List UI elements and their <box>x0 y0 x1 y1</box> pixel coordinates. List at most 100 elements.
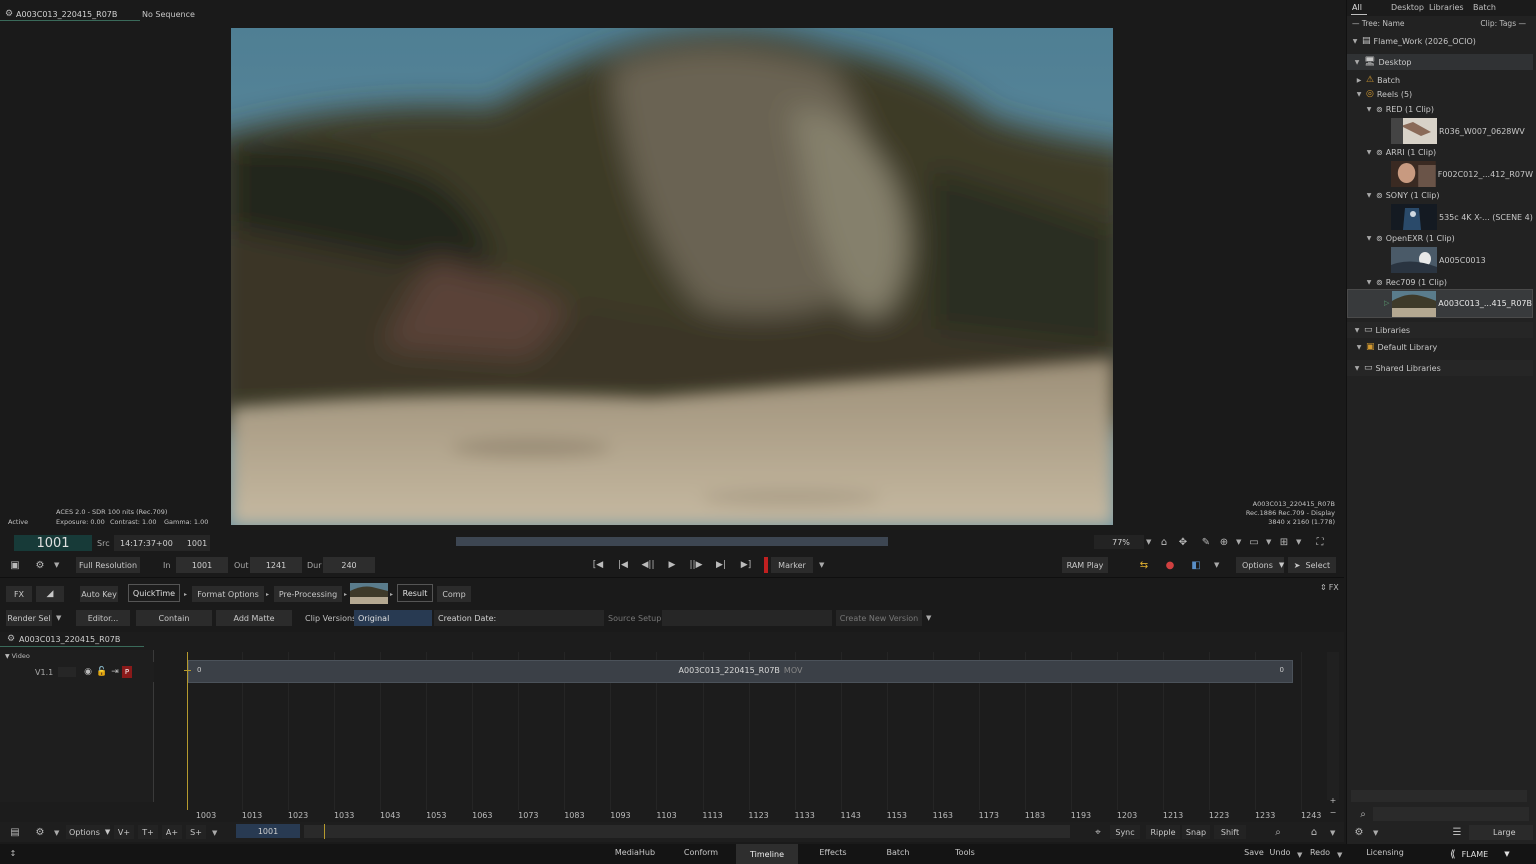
add-video-track-button[interactable]: V+ <box>114 825 134 839</box>
source-setup-field[interactable] <box>662 610 832 626</box>
overlay-dropdown-icon[interactable]: ▼ <box>1296 538 1301 546</box>
timeline-gear-dropdown-icon[interactable]: ▼ <box>54 829 59 837</box>
licensing-button[interactable]: Licensing <box>1362 845 1408 859</box>
display-dropdown-icon[interactable]: ▼ <box>1266 538 1271 546</box>
in-field[interactable]: 1001 <box>176 557 228 573</box>
tab-batch[interactable]: Batch <box>880 845 916 859</box>
next-cut-icon[interactable]: ▶| <box>714 559 728 571</box>
tree-reel-rec709[interactable]: ▼ ⊚ Rec709 (1 Clip) <box>1347 275 1533 289</box>
monitor-icon[interactable]: ▣ <box>8 559 22 571</box>
player-gear-icon[interactable]: ⚙ <box>34 559 46 571</box>
media-browser[interactable]: All Desktop Libraries Batch — Tree: Name… <box>1346 0 1536 864</box>
format-options-tab[interactable]: Format Options <box>192 586 264 602</box>
tree-reel-arri[interactable]: ▼ ⊚ ARRI (1 Clip) <box>1347 145 1533 159</box>
fx-button[interactable]: FX <box>6 586 32 602</box>
timeline-home-dropdown-icon[interactable]: ▼ <box>1330 829 1335 837</box>
search-icon[interactable]: ⌕ <box>1272 826 1284 838</box>
target-icon[interactable]: ⊕ <box>1218 536 1230 548</box>
link-icon[interactable]: ⇆ <box>1136 558 1152 572</box>
clip-rec709-selected[interactable]: ▷ A003C013_...415_R07B <box>1347 289 1533 318</box>
tab-timeline[interactable]: Timeline <box>736 844 798 864</box>
browser-tab-libraries[interactable]: Libraries <box>1429 3 1464 14</box>
browser-tab-all[interactable]: All <box>1352 3 1362 14</box>
ripple-button[interactable]: Ripple <box>1146 825 1180 839</box>
resolution-button[interactable]: Full Resolution <box>76 557 140 573</box>
tree-reel-openexr[interactable]: ▼ ⊚ OpenEXR (1 Clip) <box>1347 231 1533 245</box>
ram-play-button[interactable]: RAM Play <box>1062 557 1108 573</box>
undo-button[interactable]: Undo <box>1268 845 1292 859</box>
tab-mediahub[interactable]: MediaHub <box>612 845 658 859</box>
clip-openexr[interactable]: A005C0013 <box>1347 246 1533 274</box>
list-view-icon[interactable]: ☰ <box>1451 826 1463 838</box>
contain-button[interactable]: Contain <box>136 610 212 626</box>
compare-icon[interactable]: ◧ <box>1188 558 1204 572</box>
shift-button[interactable]: Shift <box>1214 825 1246 839</box>
expand-arrow-icon[interactable]: ↕ <box>8 848 18 858</box>
sequence-gear-icon[interactable]: ⚙ <box>6 634 16 644</box>
marker-button[interactable]: Marker <box>771 557 813 573</box>
comp-tab[interactable]: Comp <box>437 586 471 602</box>
video-section[interactable]: ▼ Video <box>5 652 30 660</box>
crosshair-icon[interactable]: ⌖ <box>1092 826 1104 838</box>
timeline-scroll-bar[interactable] <box>304 825 1070 838</box>
play-icon[interactable]: ▶ <box>665 559 679 571</box>
track-level[interactable] <box>58 667 76 677</box>
zoom-in-icon[interactable]: + <box>1328 796 1338 805</box>
player-gear-dropdown-icon[interactable]: ▼ <box>54 561 59 569</box>
add-subtitle-track-button[interactable]: S+ <box>186 825 206 839</box>
fx-panel-toggle[interactable]: ⇕ FX <box>1320 582 1339 592</box>
tree-reel-red[interactable]: ▼ ⊚ RED (1 Clip) <box>1347 102 1533 116</box>
clip-gear-icon[interactable]: ⚙ <box>4 9 14 19</box>
timeline-vertical-scroll[interactable] <box>1327 652 1339 800</box>
overlay-icon[interactable]: ⊞ <box>1278 536 1290 548</box>
timeline-gear-icon[interactable]: ⚙ <box>34 826 46 838</box>
sync-button[interactable]: Sync <box>1110 825 1140 839</box>
browser-tab-desktop[interactable]: Desktop <box>1391 3 1424 14</box>
zoom-field[interactable]: 77% <box>1094 535 1144 549</box>
tree-libraries[interactable]: ▼ ▭ Libraries <box>1347 322 1533 338</box>
tree-batch[interactable]: ▶ ⚠ Batch <box>1347 73 1533 87</box>
scrub-bar[interactable] <box>456 537 888 546</box>
auto-key-button[interactable]: Auto Key <box>80 586 118 602</box>
clip-sony[interactable]: 535c 4K X-... (SCENE 4) <box>1347 203 1533 231</box>
dur-field[interactable]: 240 <box>323 557 375 573</box>
add-matte-button[interactable]: Add Matte <box>216 610 292 626</box>
target-dropdown-icon[interactable]: ▼ <box>1236 538 1241 546</box>
create-new-version-button[interactable]: Create New Version <box>836 610 922 626</box>
tree-project[interactable]: ▼ ▤ Flame_Work (2026_OCIO) <box>1347 34 1533 48</box>
marker-color-swatch[interactable] <box>764 557 768 573</box>
viewer-image[interactable] <box>231 28 1113 525</box>
zoom-out-icon[interactable]: − <box>1328 808 1338 817</box>
browser-search-input[interactable] <box>1373 807 1529 821</box>
clip-arri[interactable]: F002C012_...412_R07W <box>1347 160 1533 188</box>
render-sel-button[interactable]: Render Sel <box>6 610 52 626</box>
browser-tab-batch[interactable]: Batch <box>1473 3 1496 14</box>
save-button[interactable]: Save <box>1240 845 1268 859</box>
playhead[interactable] <box>187 652 188 810</box>
tree-shared-libraries[interactable]: ▼ ▭ Shared Libraries <box>1347 360 1533 376</box>
render-dropdown-icon[interactable]: ▼ <box>56 614 61 622</box>
clip-versions-field[interactable]: Original <box>354 610 432 626</box>
record-icon[interactable]: ● <box>1162 558 1178 572</box>
timecode-field[interactable]: 14:17:37+00 1001 <box>114 535 210 551</box>
previous-cut-icon[interactable]: |◀ <box>616 559 630 571</box>
viewer-options-button[interactable]: Options ▼ <box>1236 557 1284 573</box>
redo-dropdown-icon[interactable]: ▼ <box>1337 851 1342 859</box>
undo-dropdown-icon[interactable]: ▼ <box>1297 851 1302 859</box>
go-to-in-icon[interactable]: [◀ <box>591 559 605 571</box>
result-tab[interactable]: Result <box>397 584 433 602</box>
tree-reel-sony[interactable]: ▼ ⊚ SONY (1 Clip) <box>1347 188 1533 202</box>
pre-processing-tab[interactable]: Pre-Processing <box>274 586 342 602</box>
eyedropper-icon[interactable]: ✎ <box>1200 536 1212 548</box>
tree-sort-label[interactable]: — Tree: Name <box>1352 19 1405 28</box>
browser-search-icon[interactable]: ⌕ <box>1357 808 1369 820</box>
compare-dropdown-icon[interactable]: ▼ <box>1214 561 1219 569</box>
clip-tags-label[interactable]: Clip: Tags — <box>1480 19 1526 28</box>
lock-icon[interactable]: 🔓 <box>96 666 108 678</box>
clip-thumbnail[interactable] <box>350 583 388 604</box>
display-icon[interactable]: ▭ <box>1248 536 1260 548</box>
browser-gear-icon[interactable]: ⚙ <box>1353 826 1365 838</box>
zoom-dropdown-icon[interactable]: ▼ <box>1146 538 1151 546</box>
browser-gear-dropdown-icon[interactable]: ▼ <box>1373 829 1378 837</box>
layout-icon[interactable]: ▤ <box>8 826 22 838</box>
